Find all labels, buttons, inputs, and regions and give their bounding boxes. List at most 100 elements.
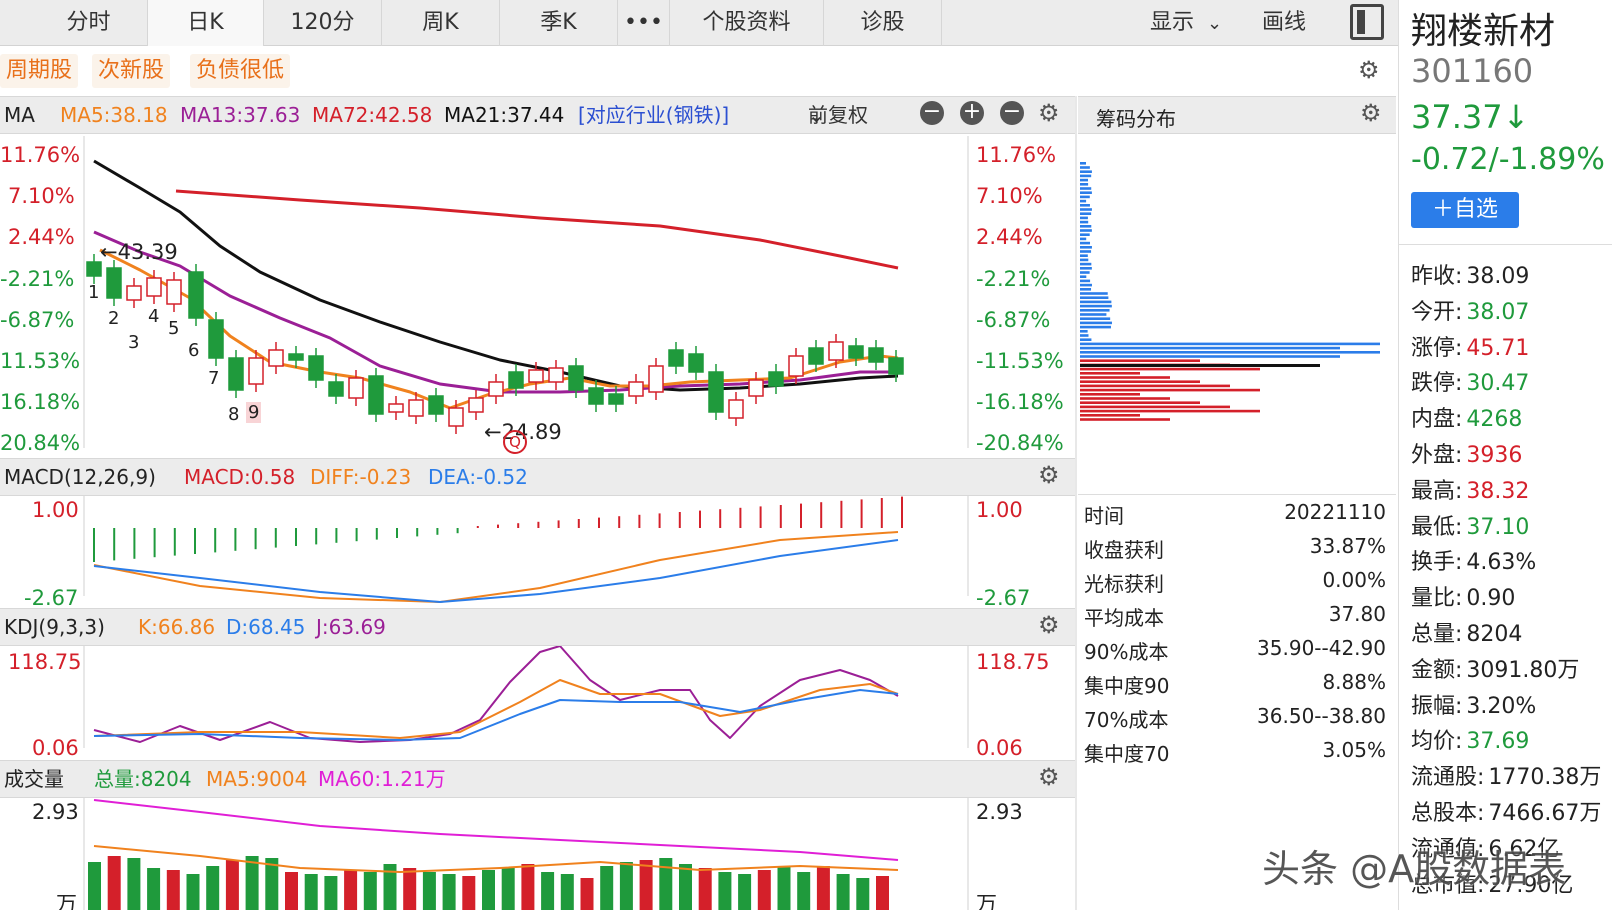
chip-stat-row: 时间 20221110	[1078, 500, 1392, 530]
chip-bar	[1080, 376, 1170, 379]
stock-name: 翔楼新材	[1411, 11, 1556, 52]
stock-chart-app: { "tabs": ["分时","日K","120分","周K","季K","•…	[0, 0, 1612, 910]
chip-bar	[1080, 170, 1092, 173]
candle-body	[708, 371, 724, 413]
chip-bar	[1080, 199, 1087, 203]
chip-stat-row: 70%成本 36.50--38.80	[1078, 704, 1392, 734]
candle-body	[868, 347, 884, 363]
gear-icon[interactable]: ⚙	[1038, 463, 1060, 487]
quote-row: 涨停: 45.71	[1411, 330, 1529, 362]
chip-stat-label: 收盘获利	[1084, 538, 1164, 562]
candle-body	[848, 345, 864, 359]
candle-body	[348, 377, 364, 399]
volume-bar	[698, 868, 712, 910]
candle-body	[628, 381, 644, 397]
quote-value: 3091.80万	[1466, 657, 1580, 683]
chip-bar	[1080, 367, 1260, 371]
volume-bar	[757, 870, 771, 910]
kdj-axis-bottom: 0.06	[976, 736, 1023, 760]
quote-row: 昨收: 38.09	[1411, 258, 1529, 290]
candle-body	[86, 261, 102, 277]
j-value: J:63.69	[316, 615, 386, 639]
volume-bar	[659, 858, 673, 910]
quote-row: 金额: 3091.80万	[1411, 652, 1579, 684]
seq-marker: 5	[168, 318, 180, 339]
chip-stat-row: 平均成本 37.80	[1078, 602, 1392, 632]
high-price-marker: ←43.39	[100, 240, 178, 264]
chip-bar	[1080, 409, 1260, 413]
volume-bar	[816, 866, 830, 910]
dea-value: DEA:-0.52	[428, 465, 528, 489]
candle-body	[288, 353, 304, 361]
volume-bar	[580, 878, 594, 910]
chip-bar	[1080, 292, 1108, 295]
chip-bar	[1080, 338, 1092, 341]
chip-bar	[1080, 233, 1090, 236]
quote-row: 内盘: 4268	[1411, 401, 1522, 433]
quote-value: 45.71	[1466, 335, 1530, 361]
quote-label: 外盘:	[1411, 443, 1463, 468]
chip-bar	[1080, 216, 1088, 220]
chip-bar	[1080, 342, 1380, 346]
stock-price: 37.37↓	[1411, 98, 1530, 136]
chip-stat-label: 光标获利	[1084, 572, 1164, 596]
volume-bar	[836, 874, 850, 910]
chip-stat-label: 集中度70	[1084, 742, 1170, 766]
chip-bar	[1080, 258, 1089, 262]
chip-bar	[1080, 275, 1087, 278]
chip-bar	[1080, 359, 1200, 362]
candle-body	[828, 341, 844, 361]
stock-change: -0.72/-1.89%	[1411, 142, 1605, 177]
chip-stat-value: 20221110	[1284, 500, 1386, 524]
macd-axis-top: 1.00	[976, 498, 1023, 522]
add-watchlist-button[interactable]: ＋自选	[1411, 192, 1519, 228]
watermark: 头条 @A股数据表	[1262, 847, 1567, 891]
volume-header: 成交量 总量:8204 MA5:9004 MA60:1.21万 ⚙	[0, 760, 1075, 798]
candle-body	[668, 349, 684, 367]
volume-bar	[541, 872, 555, 910]
chip-bar	[1080, 208, 1092, 211]
kdj-j-line	[93, 645, 899, 743]
quote-value: 8204	[1466, 622, 1523, 647]
quote-value: 38.07	[1466, 299, 1530, 325]
chip-bar	[1080, 191, 1092, 194]
volume-bar	[324, 876, 338, 910]
candle-body	[428, 395, 444, 415]
candle-body	[468, 397, 484, 413]
candle-body	[488, 381, 504, 397]
quote-label: 量比:	[1411, 586, 1463, 612]
volume-bar	[147, 868, 161, 910]
chip-bar	[1080, 237, 1087, 241]
seq-marker: 4	[148, 306, 160, 327]
seq-marker: 3	[128, 332, 140, 353]
candle-body	[308, 355, 324, 381]
candle-body	[888, 357, 904, 375]
quote-row: 均价: 37.69	[1411, 723, 1529, 755]
chip-bar	[1080, 246, 1092, 249]
volume-bar	[344, 870, 358, 910]
macd-header: MACD(12,26,9) MACD:0.58 DIFF:-0.23 DEA:-…	[0, 458, 1075, 496]
gear-icon[interactable]: ⚙	[1038, 765, 1060, 789]
chip-bar	[1080, 355, 1340, 358]
q-event-marker[interactable]: Q	[503, 430, 527, 454]
gear-icon[interactable]: ⚙	[1038, 613, 1060, 637]
volume-bar	[422, 872, 436, 910]
quote-label: 流通股:	[1411, 765, 1485, 791]
chip-bar	[1080, 321, 1112, 325]
quote-label: 昨收:	[1411, 264, 1463, 289]
d-value: D:68.45	[226, 615, 306, 639]
chip-stat-label: 集中度90	[1084, 674, 1170, 698]
chip-stat-value: 0.00%	[1322, 568, 1386, 592]
chip-bar	[1080, 304, 1112, 308]
macd-axis-bottom: -2.67	[976, 586, 1031, 610]
chip-stat-label: 90%成本	[1084, 640, 1169, 664]
ma72-line	[175, 189, 899, 270]
quote-row: 跌停: 30.47	[1411, 365, 1529, 397]
stock-code: 301160	[1411, 52, 1534, 90]
seq-marker: 6	[188, 340, 200, 361]
quote-value: 37.69	[1466, 729, 1530, 755]
candle-body	[688, 353, 704, 373]
quote-value: 7466.67万	[1488, 801, 1602, 826]
quote-value: 4.63%	[1466, 550, 1537, 576]
quote-value: 38.09	[1466, 264, 1530, 289]
